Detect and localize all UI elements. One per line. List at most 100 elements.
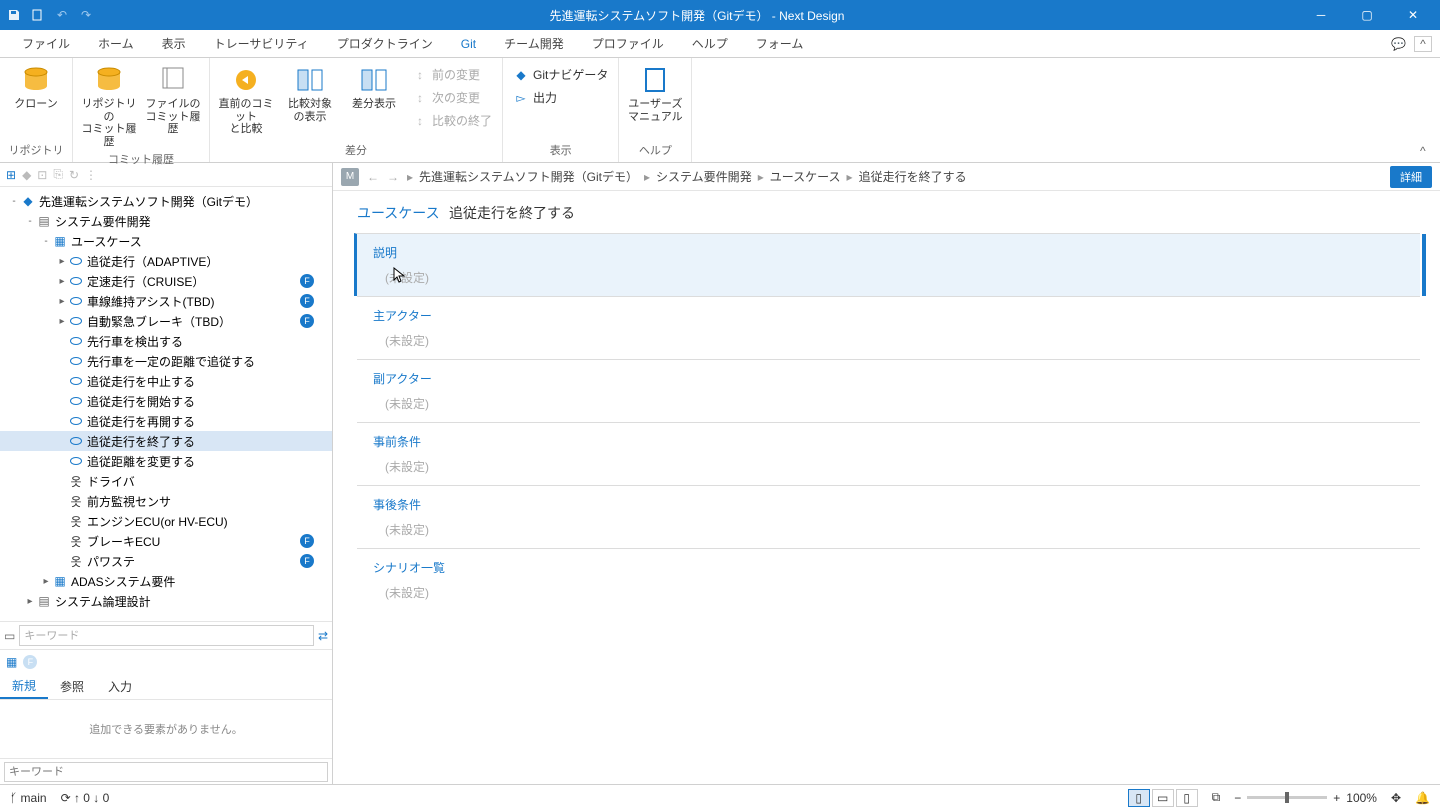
model-tree[interactable]: -◆先進運転システムソフト開発（Gitデモ）-▤システム要件開発-▦ユースケース…	[0, 187, 332, 621]
tree-node[interactable]: -▤システム要件開発	[0, 211, 332, 231]
form-section[interactable]: 事後条件(未設定)	[357, 485, 1420, 548]
window-title: 先進運転システムソフト開発（Gitデモ） - Next Design	[96, 7, 1298, 24]
ribbon-collapse-icon[interactable]: ^	[1420, 144, 1436, 160]
view-btn-2[interactable]: ▭	[1152, 789, 1174, 807]
form-section[interactable]: シナリオ一覧(未設定)	[357, 548, 1420, 611]
ribbon-button[interactable]: リポジトリのコミット履歴	[79, 62, 139, 149]
add-panel-search[interactable]	[4, 762, 328, 782]
filter-icon[interactable]: ⇄	[318, 629, 328, 643]
tree-node[interactable]: 追従走行を再開する	[0, 411, 332, 431]
menu-tab[interactable]: ファイル	[8, 30, 84, 57]
collapse-ribbon-icon[interactable]: ^	[1414, 36, 1432, 52]
tree-node[interactable]: 追従走行を終了する	[0, 431, 332, 451]
tree-node[interactable]: 追従走行を開始する	[0, 391, 332, 411]
menu-tab[interactable]: チーム開発	[490, 30, 578, 57]
search-input[interactable]	[19, 625, 314, 646]
form-section[interactable]: 説明(未設定)	[354, 233, 1420, 296]
breadcrumb-item[interactable]: 追従走行を終了する	[859, 168, 967, 185]
tree-node[interactable]: 追従走行を中止する	[0, 371, 332, 391]
feedback-icon[interactable]: 💬	[1391, 37, 1406, 51]
redo-icon[interactable]: ↷	[76, 5, 96, 25]
zoom-in-icon[interactable]: +	[1333, 791, 1340, 805]
tree-node[interactable]: 先行車を検出する	[0, 331, 332, 351]
view-btn-1[interactable]: ▯	[1128, 789, 1150, 807]
tool-icon[interactable]: ⎘	[53, 167, 63, 182]
new-icon[interactable]	[28, 5, 48, 25]
nav-forward-icon[interactable]: →	[387, 170, 399, 184]
ribbon-button[interactable]: 比較対象の表示	[280, 62, 340, 123]
tree-node[interactable]: 옷エンジンECU(or HV-ECU)	[0, 511, 332, 531]
tree-node[interactable]: 옷パワステF	[0, 551, 332, 571]
sync-indicator[interactable]: ⟳ ↑ 0 ↓ 0	[61, 791, 110, 805]
window-buttons: ─ ▢ ✕	[1298, 0, 1436, 30]
tree-search-row: ▭ ⇄	[0, 621, 332, 649]
menu-tab[interactable]: ホーム	[84, 30, 148, 57]
tree-node[interactable]: 옷ドライバ	[0, 471, 332, 491]
detail-button[interactable]: 詳細	[1390, 166, 1432, 188]
move-icon[interactable]: ✥	[1391, 791, 1401, 805]
form-section[interactable]: 事前条件(未設定)	[357, 422, 1420, 485]
addpanel-tab[interactable]: 新規	[0, 674, 48, 699]
menu-tab[interactable]: プロファイル	[578, 30, 678, 57]
minimize-button[interactable]: ─	[1298, 0, 1344, 30]
tree-node[interactable]: ▸定速走行（CRUISE）F	[0, 271, 332, 291]
menu-tab[interactable]: Git	[447, 30, 490, 57]
form-section[interactable]: 主アクター(未設定)	[357, 296, 1420, 359]
notification-icon[interactable]: 🔔	[1415, 791, 1430, 805]
form-section[interactable]: 副アクター(未設定)	[357, 359, 1420, 422]
search-mode-icon[interactable]: ▭	[4, 629, 15, 643]
addpanel-tab[interactable]: 参照	[48, 674, 96, 699]
link-icon[interactable]: ⧉	[1212, 790, 1221, 805]
close-button[interactable]: ✕	[1390, 0, 1436, 30]
ribbon-button[interactable]: 差分表示	[344, 62, 404, 111]
zoom-slider[interactable]	[1247, 796, 1327, 799]
ribbon-small-button: ↕前の変更	[408, 64, 496, 85]
addpanel-tab[interactable]: 入力	[96, 674, 144, 699]
page-name: 追従走行を終了する	[449, 205, 575, 221]
tool-icon[interactable]: ◆	[22, 168, 31, 182]
tool-icon[interactable]: ↻	[69, 168, 79, 182]
tree-node[interactable]: ▸▤システム論理設計	[0, 591, 332, 611]
ribbon-button[interactable]: ファイルのコミット履歴	[143, 62, 203, 136]
branch-indicator[interactable]: ᚶ main	[10, 791, 47, 805]
save-icon[interactable]	[4, 5, 24, 25]
tree-node[interactable]: 옷ブレーキECUF	[0, 531, 332, 551]
tree-node[interactable]: 옷前方監視センサ	[0, 491, 332, 511]
ribbon-button[interactable]: クローン	[6, 62, 66, 111]
ribbon-small-button[interactable]: ◆Gitナビゲータ	[509, 64, 612, 85]
breadcrumb-item[interactable]: システム要件開発	[656, 168, 752, 185]
relation-icon[interactable]: ▦	[6, 655, 17, 669]
view-btn-3[interactable]: ▯	[1176, 789, 1198, 807]
menu-tab[interactable]: フォーム	[742, 30, 818, 57]
tree-node[interactable]: -◆先進運転システムソフト開発（Gitデモ）	[0, 191, 332, 211]
undo-icon[interactable]: ↶	[52, 5, 72, 25]
ribbon-button[interactable]: ユーザーズマニュアル	[625, 62, 685, 123]
tree-node[interactable]: ▸自動緊急ブレーキ（TBD）F	[0, 311, 332, 331]
tree-node[interactable]: 先行車を一定の距離で追従する	[0, 351, 332, 371]
ribbon-small-button[interactable]: ▻出力	[509, 87, 612, 108]
menu-tab[interactable]: プロダクトライン	[323, 30, 447, 57]
tree-node[interactable]: ▸車線維持アシスト(TBD)F	[0, 291, 332, 311]
tree-node[interactable]: -▦ユースケース	[0, 231, 332, 251]
ribbon-button[interactable]: 直前のコミットと比較	[216, 62, 276, 136]
tree-view-icon[interactable]: ⊞	[6, 168, 16, 182]
breadcrumb-item[interactable]: ユースケース	[770, 168, 841, 185]
main-area: M ← → ▸先進運転システムソフト開発（Gitデモ）▸システム要件開発▸ユース…	[333, 163, 1440, 784]
zoom-control[interactable]: − + 100%	[1234, 791, 1377, 805]
menu-tab[interactable]: トレーサビリティ	[200, 30, 323, 57]
tree-node[interactable]: ▸追従走行（ADAPTIVE）	[0, 251, 332, 271]
breadcrumb-bar: M ← → ▸先進運転システムソフト開発（Gitデモ）▸システム要件開発▸ユース…	[333, 163, 1440, 191]
zoom-out-icon[interactable]: −	[1234, 791, 1241, 805]
add-panel: ▦ F 新規参照入力 追加できる要素がありません。	[0, 649, 332, 784]
menu-tab[interactable]: ヘルプ	[678, 30, 742, 57]
tree-node[interactable]: ▸▦ADASシステム要件	[0, 571, 332, 591]
nav-back-icon[interactable]: ←	[367, 170, 379, 184]
sidebar: ⊞ ◆ ⊡ ⎘ ↻ ⋮ -◆先進運転システムソフト開発（Gitデモ）-▤システム…	[0, 163, 333, 784]
tool-icon[interactable]: ⊡	[37, 168, 47, 182]
maximize-button[interactable]: ▢	[1344, 0, 1390, 30]
menu-tab[interactable]: 表示	[148, 30, 200, 57]
zoom-value: 100%	[1346, 791, 1377, 805]
breadcrumb-item[interactable]: 先進運転システムソフト開発（Gitデモ）	[419, 168, 638, 185]
badge-f-icon[interactable]: F	[23, 655, 37, 669]
tree-node[interactable]: 追従距離を変更する	[0, 451, 332, 471]
